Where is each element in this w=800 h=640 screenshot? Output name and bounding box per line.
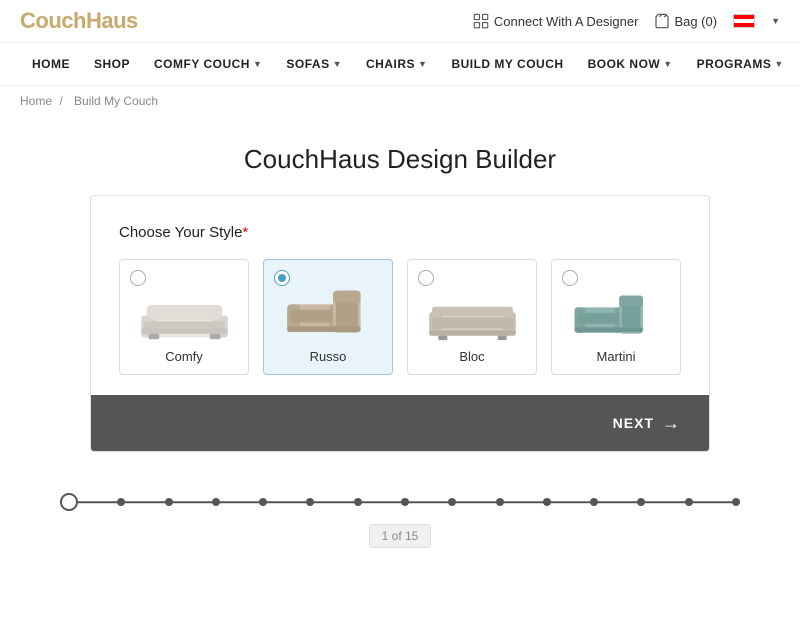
next-arrow-icon: → — [662, 413, 681, 434]
logo-haus: Haus — [86, 8, 138, 33]
style-option-bloc[interactable]: Bloc — [407, 259, 537, 375]
sofa-svg-martini — [569, 291, 664, 341]
next-button[interactable]: NEXT → — [613, 413, 681, 434]
progress-dot-10[interactable] — [496, 498, 504, 506]
builder-card: Choose Your Style* — [90, 195, 710, 452]
progress-dot-13[interactable] — [637, 498, 645, 506]
progress-dot-9[interactable] — [448, 498, 456, 506]
section-title: Choose Your Style* — [119, 224, 681, 241]
connect-icon — [472, 12, 490, 30]
connect-designer-button[interactable]: Connect With A Designer — [472, 12, 639, 30]
bag-button[interactable]: Bag (0) — [654, 13, 717, 29]
bag-icon — [654, 13, 670, 29]
style-options: Comfy — [119, 259, 681, 375]
label-bloc: Bloc — [459, 349, 484, 364]
style-option-russo[interactable]: Russo — [263, 259, 393, 375]
radio-bloc[interactable] — [418, 270, 434, 286]
sofa-svg-russo — [281, 286, 376, 341]
nav-item-build-my-couch[interactable]: BUILD MY COUCH — [439, 43, 575, 85]
radio-russo[interactable] — [274, 270, 290, 286]
nav-item-shop[interactable]: SHOP — [82, 43, 142, 85]
progress-dot-5[interactable] — [259, 498, 267, 506]
flag-dropdown-icon[interactable]: ▼ — [771, 16, 780, 26]
label-martini: Martini — [596, 349, 635, 364]
label-russo: Russo — [310, 349, 347, 364]
chairs-chevron: ▼ — [418, 59, 427, 69]
sofa-image-bloc — [422, 286, 522, 341]
radio-comfy[interactable] — [130, 270, 146, 286]
progress-dot-14[interactable] — [685, 498, 693, 506]
required-marker: * — [242, 224, 248, 241]
sofas-chevron: ▼ — [333, 59, 342, 69]
sofa-svg-comfy — [137, 296, 232, 341]
breadcrumb-current: Build My Couch — [74, 94, 158, 108]
progress-dot-6[interactable] — [306, 498, 314, 506]
progress-dots — [60, 493, 740, 511]
progress-dot-12[interactable] — [590, 498, 598, 506]
progress-section: 1 of 15 — [0, 452, 800, 568]
header-right: Connect With A Designer Bag (0) ▼ — [472, 12, 780, 30]
progress-dot-3[interactable] — [165, 498, 173, 506]
progress-dot-15[interactable] — [732, 498, 740, 506]
logo-couch: Couch — [20, 8, 86, 33]
nav-item-chairs[interactable]: CHAIRS ▼ — [354, 43, 439, 85]
label-comfy: Comfy — [165, 349, 203, 364]
flag-icon[interactable] — [733, 14, 755, 28]
progress-dot-8[interactable] — [401, 498, 409, 506]
book-now-chevron: ▼ — [663, 59, 672, 69]
progress-dot-1[interactable] — [60, 493, 78, 511]
breadcrumb: Home / Build My Couch — [0, 86, 800, 116]
nav-item-comfy-couch[interactable]: COMFY COUCH ▼ — [142, 43, 274, 85]
sofa-image-comfy — [134, 286, 234, 341]
programs-chevron: ▼ — [774, 59, 783, 69]
progress-dot-4[interactable] — [212, 498, 220, 506]
next-bar: NEXT → — [91, 395, 709, 451]
progress-track — [60, 492, 740, 512]
progress-dot-7[interactable] — [354, 498, 362, 506]
nav-item-sofas[interactable]: SOFAS ▼ — [274, 43, 354, 85]
progress-dot-11[interactable] — [543, 498, 551, 506]
style-option-martini[interactable]: Martini — [551, 259, 681, 375]
nav-item-contact[interactable]: CONTACT — [796, 43, 800, 85]
main-nav: HOME SHOP COMFY COUCH ▼ SOFAS ▼ CHAIRS ▼… — [0, 43, 800, 86]
nav-item-home[interactable]: HOME — [20, 43, 82, 85]
connect-label: Connect With A Designer — [494, 14, 639, 29]
sofa-image-martini — [566, 286, 666, 341]
header-top: CouchHaus Connect With A Designer Bag (0… — [0, 0, 800, 43]
breadcrumb-separator: / — [59, 94, 62, 108]
sofa-image-russo — [278, 286, 378, 341]
progress-dot-2[interactable] — [117, 498, 125, 506]
nav-item-programs[interactable]: PROGRAMS ▼ — [685, 43, 796, 85]
bag-label: Bag (0) — [674, 14, 717, 29]
builder-body: Choose Your Style* — [91, 196, 709, 395]
radio-martini[interactable] — [562, 270, 578, 286]
comfy-couch-chevron: ▼ — [253, 59, 262, 69]
progress-label: 1 of 15 — [369, 524, 432, 548]
style-option-comfy[interactable]: Comfy — [119, 259, 249, 375]
sofa-svg-bloc — [425, 296, 520, 341]
logo[interactable]: CouchHaus — [20, 8, 138, 34]
page-title: CouchHaus Design Builder — [0, 116, 800, 195]
breadcrumb-home[interactable]: Home — [20, 94, 52, 108]
nav-item-book-now[interactable]: BOOK NOW ▼ — [576, 43, 685, 85]
